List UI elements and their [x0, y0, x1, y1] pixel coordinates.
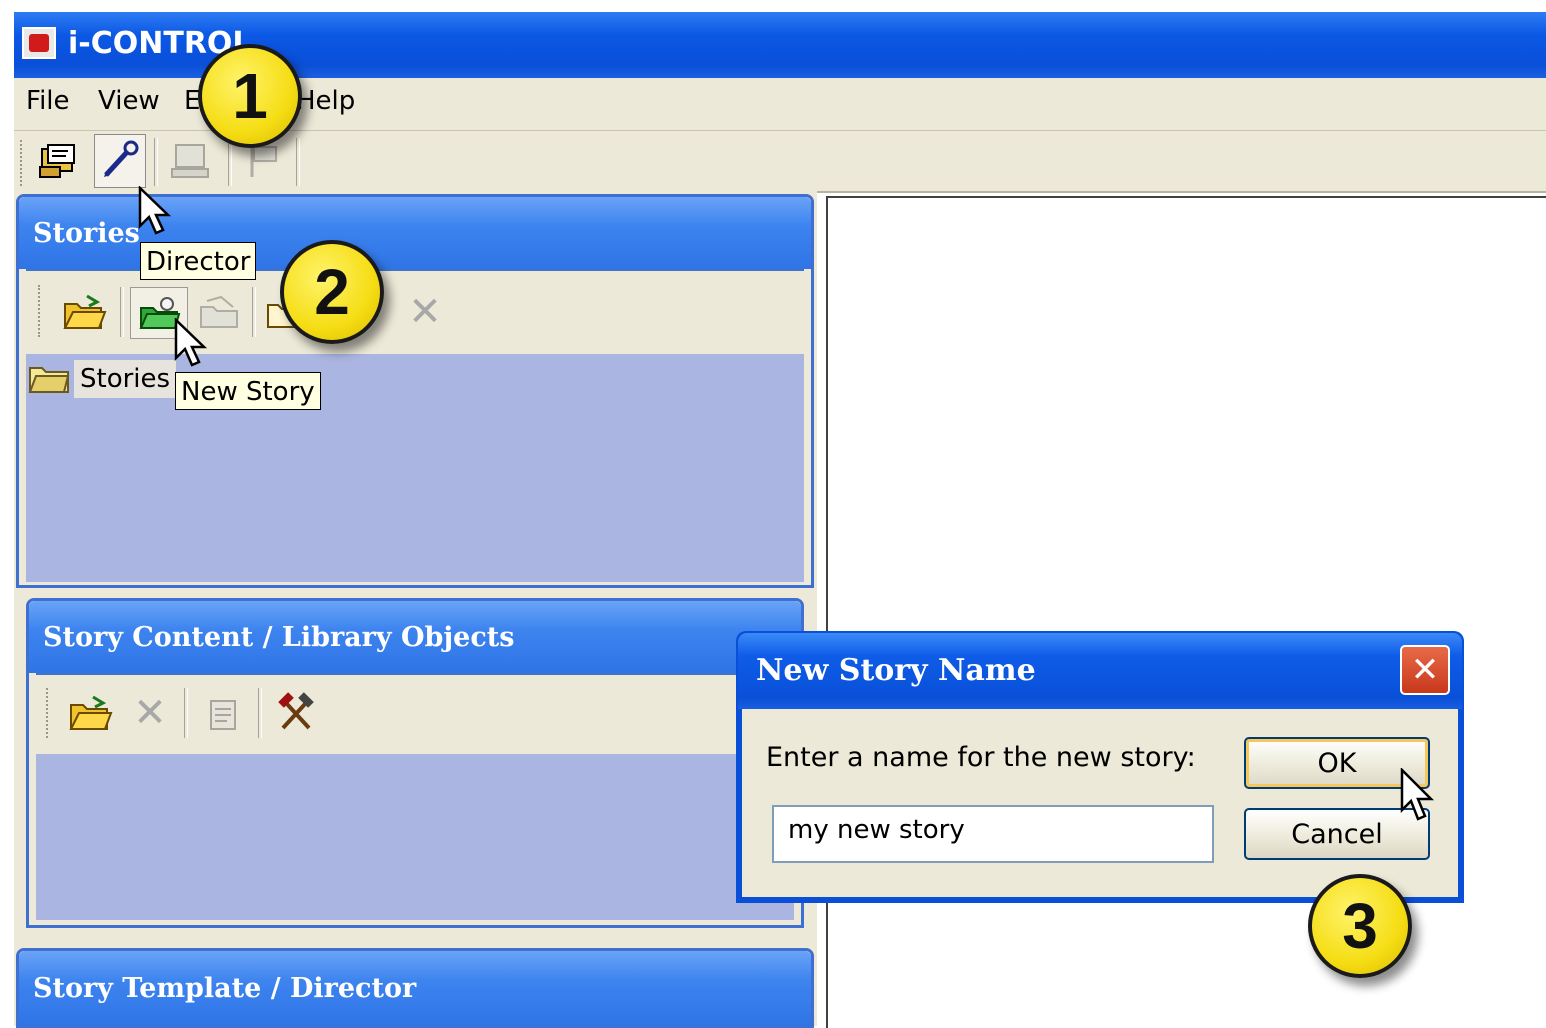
- app-icon: [22, 27, 56, 59]
- dialog-prompt: Enter a name for the new story:: [766, 742, 1196, 773]
- toolbar-separator: [154, 138, 158, 186]
- callout-1: 1: [198, 44, 302, 148]
- new-story-tooltip: New Story: [175, 372, 321, 410]
- toolbar-separator: [258, 688, 262, 738]
- story-content-panel-header: Story Content / Library Objects: [29, 601, 801, 673]
- callout-2: 2: [280, 240, 384, 344]
- stories-toolbar-grip[interactable]: [38, 285, 44, 337]
- open-folder-icon[interactable]: [54, 287, 114, 337]
- director-tooltip: Director: [140, 242, 257, 280]
- folder-icon: [28, 360, 70, 394]
- monitor-icon[interactable]: [164, 134, 216, 188]
- mouse-cursor-icon: [138, 186, 172, 235]
- story-content-panel-title: Story Content / Library Objects: [43, 621, 515, 653]
- director-canvas[interactable]: [826, 196, 1546, 1028]
- tools-icon[interactable]: [268, 688, 324, 738]
- stories-panel-title: Stories: [33, 217, 140, 249]
- toolbar-separator: [296, 138, 300, 186]
- panel-splitter[interactable]: [16, 588, 814, 598]
- story-content-list: [36, 754, 794, 920]
- toolbar-separator: [252, 287, 256, 337]
- delete-story-icon[interactable]: ✕: [398, 287, 452, 337]
- delete-icon[interactable]: ✕: [124, 688, 176, 738]
- director-button[interactable]: [94, 134, 146, 188]
- story-template-panel-header: Story Template / Director: [19, 951, 811, 1026]
- dialog-close-button[interactable]: ✕: [1400, 645, 1450, 695]
- toolbar-separator: [184, 688, 188, 738]
- menu-help[interactable]: Help: [296, 86, 355, 116]
- toolbar-separator: [228, 138, 232, 186]
- dialog-title: New Story Name: [756, 653, 1036, 688]
- callout-3: 3: [1308, 874, 1412, 978]
- content-toolbar-grip[interactable]: [46, 688, 52, 738]
- stories-view-icon[interactable]: [34, 134, 86, 188]
- story-name-input[interactable]: my new story: [772, 805, 1214, 863]
- story-template-panel-title: Story Template / Director: [33, 973, 417, 1004]
- open-folder-icon[interactable]: [62, 688, 118, 738]
- menu-file[interactable]: File: [26, 86, 70, 116]
- mouse-cursor-icon: [174, 318, 208, 367]
- tree-item-stories[interactable]: Stories: [74, 360, 177, 398]
- mouse-cursor-icon: [1400, 768, 1435, 821]
- properties-icon[interactable]: [196, 688, 250, 738]
- menu-view[interactable]: View: [98, 86, 160, 116]
- toolbar-separator: [120, 287, 124, 337]
- toolbar-grip[interactable]: [20, 140, 26, 186]
